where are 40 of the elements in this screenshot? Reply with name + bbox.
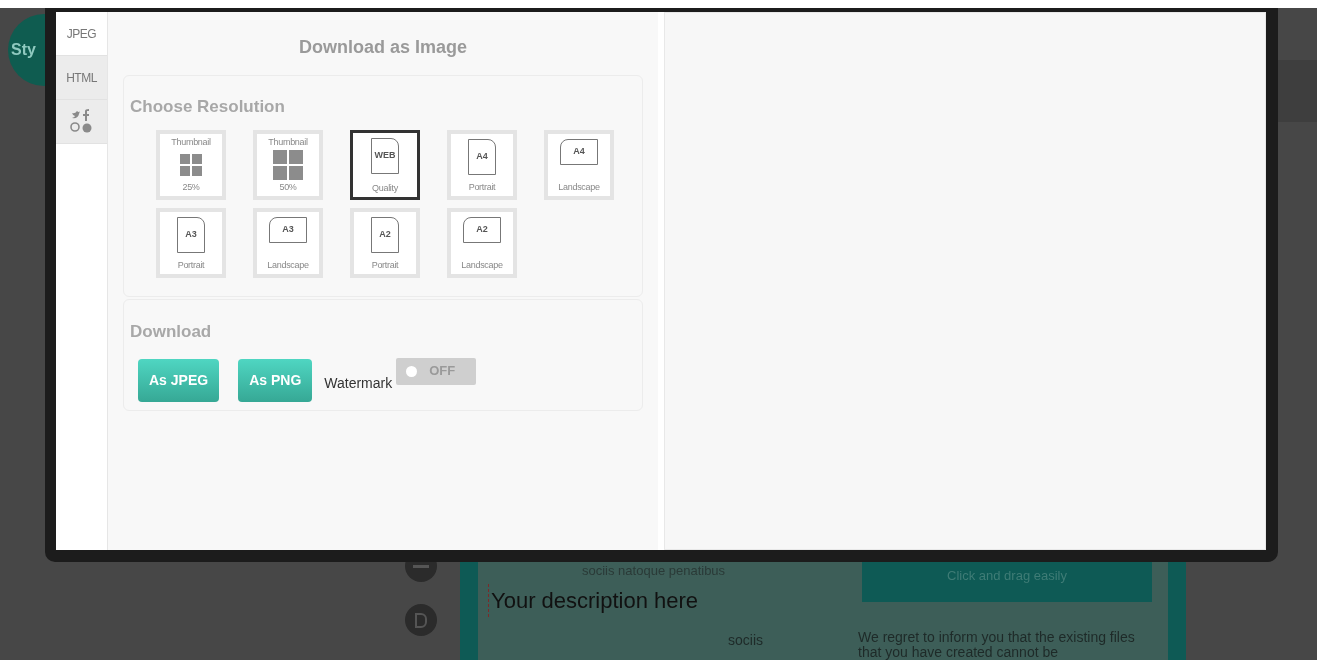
option-label: Thumbnail xyxy=(171,136,211,148)
option-label: Portrait xyxy=(468,181,496,193)
header-band xyxy=(1278,60,1317,122)
option-label: Quality xyxy=(372,182,398,194)
option-label: Portrait xyxy=(371,259,399,271)
watermark-label: Watermark xyxy=(324,373,393,393)
option-label: Landscape xyxy=(558,181,600,193)
document-icon[interactable] xyxy=(405,604,437,636)
resolution-option[interactable]: A4 Portrait xyxy=(447,129,517,200)
option-label: Thumbnail xyxy=(268,136,308,148)
portrait-page-icon: WEB xyxy=(371,137,399,174)
option-label: 50% xyxy=(279,181,297,193)
social-tab[interactable] xyxy=(56,100,107,144)
download-button[interactable]: As JPEG xyxy=(138,358,220,402)
portrait-page-icon: A2 xyxy=(371,216,399,253)
resolution-option[interactable]: WEB Quality xyxy=(350,129,420,200)
download-button[interactable]: As PNG xyxy=(238,358,313,402)
resolution-option[interactable]: A3 Portrait xyxy=(156,207,226,278)
dialog-title: Download as Image xyxy=(297,36,468,59)
resolution-option[interactable]: A4 Landscape xyxy=(544,129,614,200)
resolution-option[interactable]: Thumbnail 50% xyxy=(253,129,323,200)
landscape-page-icon: A2 xyxy=(463,216,501,243)
resolution-option[interactable]: A2 Landscape xyxy=(447,207,517,278)
option-label: Portrait xyxy=(177,259,205,271)
resolution-option[interactable]: A3 Landscape xyxy=(253,207,323,278)
section-heading: Download xyxy=(130,321,213,343)
option-label: Landscape xyxy=(267,259,309,271)
portrait-page-icon: A4 xyxy=(468,138,496,175)
option-label: Landscape xyxy=(461,259,503,271)
portrait-page-icon: A3 xyxy=(177,216,205,253)
grid-icon xyxy=(180,153,202,176)
landscape-page-icon: A3 xyxy=(269,216,307,243)
option-label: 25% xyxy=(182,181,200,193)
landscape-page-icon: A4 xyxy=(560,138,598,165)
resolution-option[interactable]: Thumbnail 25% xyxy=(156,129,226,200)
grid-icon xyxy=(273,149,303,180)
description-text[interactable]: Your description here xyxy=(488,584,699,617)
section-heading: Choose Resolution xyxy=(130,96,286,118)
resolution-option[interactable]: A2 Portrait xyxy=(350,207,420,278)
tab[interactable]: HTML xyxy=(56,56,107,100)
